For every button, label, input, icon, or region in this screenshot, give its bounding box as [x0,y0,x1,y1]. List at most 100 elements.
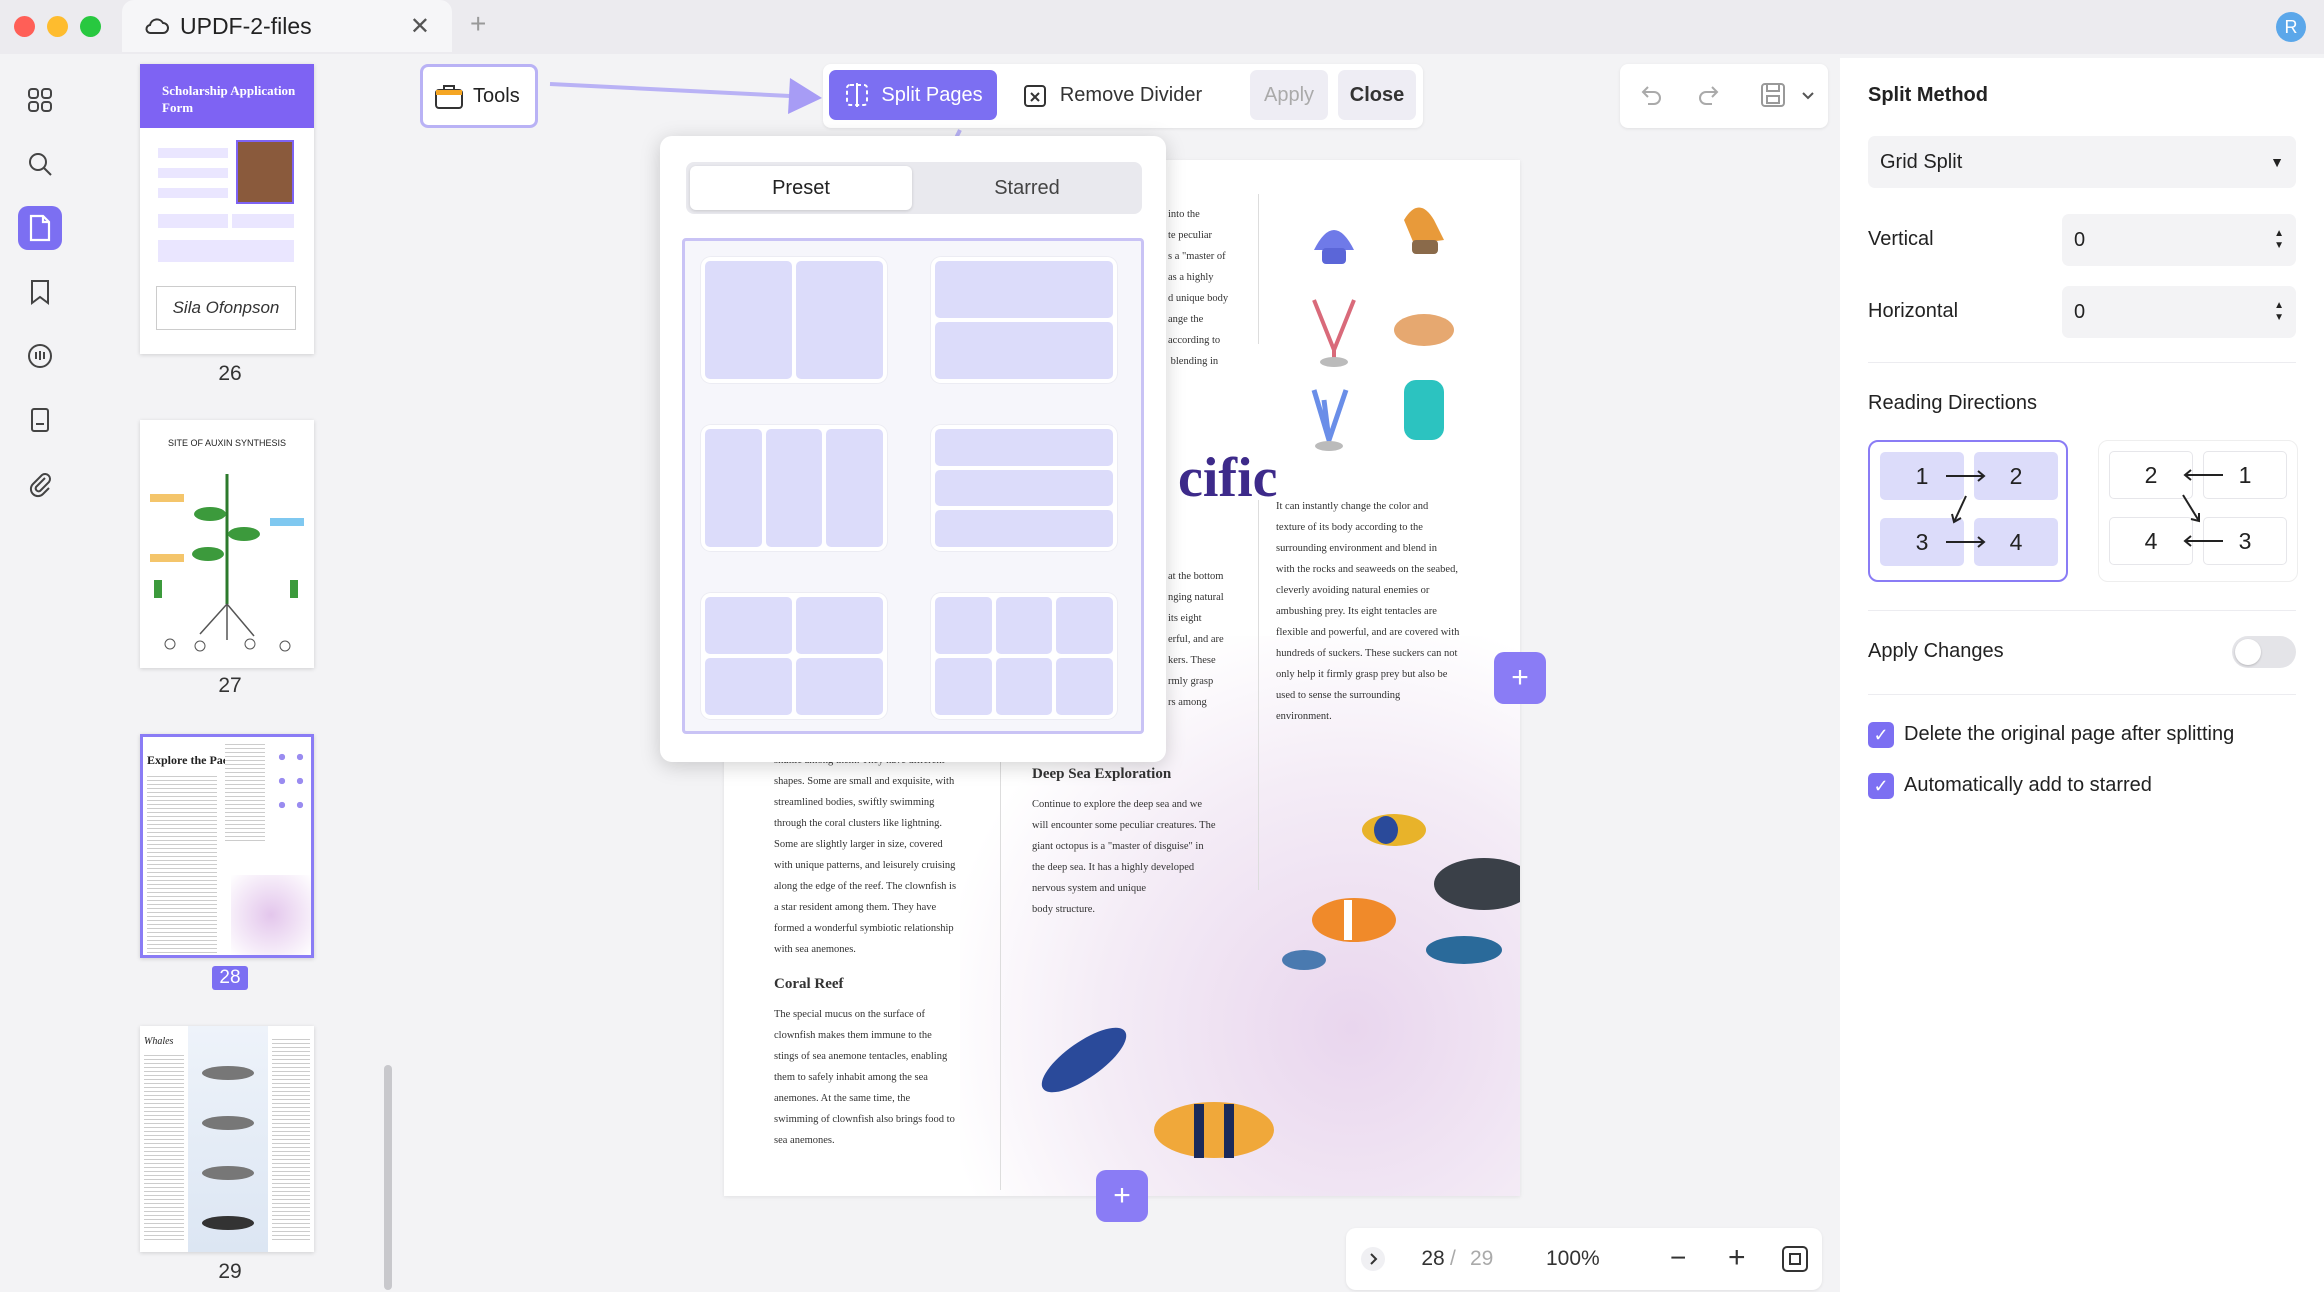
comment-icon[interactable] [18,334,62,378]
add-divider-button[interactable]: + [1096,1170,1148,1222]
new-tab-button[interactable]: + [470,8,486,40]
thumbnail-scrollbar[interactable] [384,1065,392,1290]
text-lines [272,1036,310,1242]
photo [236,140,294,204]
form-field [158,214,228,228]
page-heading: cific [1178,447,1278,509]
text-lines [225,741,265,841]
arrow-icon [1946,470,1986,548]
split-method-value: Grid Split [1880,150,1963,173]
thumbnail-title: Scholarship Application Form [140,64,314,128]
attachment-icon[interactable] [18,462,62,506]
close-button[interactable]: Close [1338,70,1416,120]
page-navigation-bar: 28 / 29 100% − + [1346,1228,1822,1290]
thumbnail-page-28[interactable]: Explore the Pacific [140,734,314,958]
bookmark-icon[interactable] [18,270,62,314]
reading-direction-z[interactable]: 1 2 3 4 [1868,440,2068,582]
dropdown-arrow-icon: ▼ [2270,154,2284,170]
page-number: 26 [218,362,242,385]
split-toolbar: Split Pages Remove Divider Apply Close [823,64,1423,128]
section-heading: Deep Sea Exploration [1032,766,1172,782]
coral-image [231,875,311,955]
apply-changes-toggle[interactable] [2232,636,2296,668]
horizontal-label: Horizontal [1868,300,1959,322]
preset-2x2-grid[interactable] [701,593,887,719]
grid-icon[interactable] [18,78,62,122]
search-icon[interactable] [18,142,62,186]
text-lines [144,1052,184,1242]
history-toolbar [1620,64,1828,128]
apply-changes-label: Apply Changes [1868,640,2004,662]
tools-button[interactable]: Tools [420,64,538,128]
thumbnail-page-27[interactable]: SITE OF AUXIN SYNTHESIS [140,420,314,668]
vertical-stepper[interactable]: 0 ▲ ▼ [2062,214,2296,266]
document-tab[interactable]: UPDF-2-files ✕ [122,0,452,52]
delete-original-checkbox[interactable]: ✓ [1868,722,1894,748]
pages-icon[interactable] [18,206,62,250]
add-divider-button[interactable]: + [1494,652,1546,704]
page-number: 29 [218,1260,242,1283]
current-page-input[interactable]: 28 [1412,1247,1454,1271]
reading-direction-reverse[interactable]: 2 1 4 3 [2098,440,2298,582]
close-window-icon[interactable] [14,16,35,37]
stepper-arrows-icon[interactable]: ▲ ▼ [2274,300,2284,324]
page-number: 28 [212,966,248,990]
chevron-right-icon[interactable] [1360,1246,1386,1272]
coral-icons [1311,207,1454,451]
split-method-title: Split Method [1868,84,1988,106]
cloud-icon [145,18,169,34]
fit-page-icon[interactable] [1780,1244,1810,1274]
add-to-starred-label: Automatically add to starred [1904,774,2152,796]
preset-3x2-grid[interactable] [931,593,1117,719]
zoom-level[interactable]: 100% [1546,1247,1600,1271]
add-to-starred-checkbox[interactable]: ✓ [1868,773,1894,799]
split-icon [846,83,869,107]
reading-directions-title: Reading Directions [1868,392,2037,414]
maximize-window-icon[interactable] [80,16,101,37]
divider [1868,694,2296,695]
toolbox-icon [435,85,463,109]
thumbnail-page-29[interactable]: Whales [140,1026,314,1252]
zoom-in-button[interactable]: + [1728,1241,1746,1275]
page-text: shuttle among them. They have different … [774,755,957,955]
undo-icon[interactable] [1636,82,1664,110]
page-number: 27 [218,674,242,697]
save-icon[interactable] [1758,80,1788,110]
tab-starred[interactable]: Starred [916,166,1138,210]
form-field [158,240,294,262]
remove-divider-button[interactable]: Remove Divider [1011,70,1211,120]
preset-2-rows[interactable] [931,257,1117,383]
split-method-select[interactable]: Grid Split ▼ [1868,136,2296,188]
document-icon[interactable] [18,398,62,442]
vertical-value: 0 [2074,228,2086,251]
redo-icon[interactable] [1696,82,1724,110]
horizontal-value: 0 [2074,300,2086,323]
preset-3-rows[interactable] [931,425,1117,551]
tab-preset[interactable]: Preset [690,166,912,210]
tab-close-icon[interactable]: ✕ [410,12,430,41]
page-separator: / [1450,1247,1456,1270]
page-text: at the bottom nging natural its eight er… [1168,571,1224,708]
column-divider [1000,750,1001,1190]
zoom-out-button[interactable]: − [1670,1242,1686,1274]
thumbnail-page-26[interactable]: Scholarship Application Form Sila Ofonps… [140,64,314,354]
section-heading: Coral Reef [774,976,844,992]
page-text: The special mucus on the surface of clow… [774,1009,955,1146]
plant-diagram [150,474,304,652]
preset-3-columns[interactable] [701,425,887,551]
split-pages-button[interactable]: Split Pages [829,70,997,120]
preset-grid [682,238,1144,734]
chevron-down-icon[interactable] [1800,90,1816,102]
form-field [158,188,228,198]
stepper-arrows-icon[interactable]: ▲ ▼ [2274,228,2284,252]
minimize-window-icon[interactable] [47,16,68,37]
avatar[interactable]: R [2276,12,2306,42]
preset-2-columns[interactable] [701,257,887,383]
thumbnail-title: SITE OF AUXIN SYNTHESIS [167,438,287,448]
text-lines [147,773,217,953]
horizontal-stepper[interactable]: 0 ▲ ▼ [2062,286,2296,338]
apply-button[interactable]: Apply [1250,70,1328,120]
divider [1868,610,2296,611]
delete-original-label: Delete the original page after splitting [1904,723,2235,745]
page-text: into the te peculiar s a "master of as a… [1168,209,1229,367]
